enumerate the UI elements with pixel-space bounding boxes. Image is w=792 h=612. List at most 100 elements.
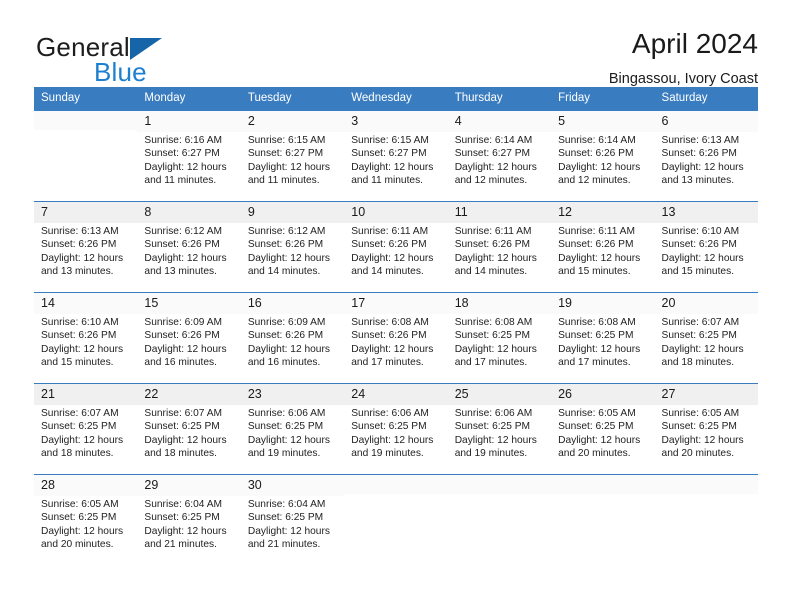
day-cell-content: 16 Sunrise: 6:09 AM Sunset: 6:26 PM Dayligh… bbox=[240, 293, 345, 383]
day-number: 21 bbox=[41, 387, 55, 401]
day-number-band: 22 bbox=[137, 384, 241, 405]
daylight-text-line2: and 15 minutes. bbox=[558, 266, 631, 278]
sunset-text: Sunset: 6:27 PM bbox=[454, 148, 531, 160]
sunset-text: Sunset: 6:25 PM bbox=[144, 421, 220, 433]
calendar-day-cell[interactable]: 27 Sunrise: 6:05 AM Sunset: 6:25 PM Dayligh… bbox=[654, 383, 758, 475]
calendar-day-cell[interactable]: 26 Sunrise: 6:05 AM Sunset: 6:25 PM Dayligh… bbox=[551, 383, 655, 475]
daylight-text-line1: Daylight: 12 hours bbox=[558, 343, 641, 355]
calendar-day-cell[interactable]: 24 Sunrise: 6:06 AM Sunset: 6:25 PM Dayligh… bbox=[344, 383, 448, 475]
sunset-text: Sunset: 6:27 PM bbox=[247, 148, 324, 160]
calendar-day-cell[interactable]: 28 Sunrise: 6:05 AM Sunset: 6:25 PM Dayligh… bbox=[34, 474, 138, 565]
day-details: Sunrise: 6:11 AM Sunset: 6:26 PM Daylight:… bbox=[448, 223, 551, 279]
day-details: Sunrise: 6:11 AM Sunset: 6:26 PM Daylight:… bbox=[344, 223, 447, 279]
calendar-day-cell[interactable]: 6 Sunrise: 6:13 AM Sunset: 6:26 PM Daylight… bbox=[654, 110, 758, 202]
sunrise-text: Sunrise: 6:06 AM bbox=[351, 407, 429, 419]
day-number-band: 29 bbox=[137, 475, 241, 496]
sunrise-text: Sunrise: 6:07 AM bbox=[41, 407, 119, 419]
sunset-text: Sunset: 6:26 PM bbox=[558, 148, 634, 160]
daylight-text-line1: Daylight: 12 hours bbox=[351, 252, 434, 264]
day-cell-content: 23 Sunrise: 6:06 AM Sunset: 6:25 PM Dayligh… bbox=[240, 384, 345, 474]
calendar-day-cell[interactable]: 23 Sunrise: 6:06 AM Sunset: 6:25 PM Dayligh… bbox=[240, 383, 345, 475]
sunrise-text: Sunrise: 6:12 AM bbox=[247, 225, 326, 237]
day-cell-content: 21 Sunrise: 6:07 AM Sunset: 6:25 PM Dayligh… bbox=[34, 384, 138, 474]
day-cell-content bbox=[34, 111, 138, 201]
sunrise-text: Sunrise: 6:07 AM bbox=[144, 407, 223, 419]
calendar-day-cell[interactable]: 19 Sunrise: 6:08 AM Sunset: 6:25 PM Dayligh… bbox=[551, 292, 655, 384]
daylight-text-line1: Daylight: 12 hours bbox=[351, 161, 434, 173]
general-blue-logo[interactable]: General Blue bbox=[34, 26, 204, 85]
sunrise-text: Sunrise: 6:14 AM bbox=[454, 134, 533, 146]
daylight-text-line1: Daylight: 12 hours bbox=[41, 434, 124, 446]
day-number: 11 bbox=[454, 205, 468, 219]
day-number: 2 bbox=[247, 114, 255, 128]
calendar-day-cell[interactable]: 2 Sunrise: 6:15 AM Sunset: 6:27 PM Daylight… bbox=[240, 110, 345, 202]
day-cell-content bbox=[654, 475, 758, 565]
day-details: Sunrise: 6:10 AM Sunset: 6:26 PM Daylight:… bbox=[655, 223, 758, 279]
day-number-band: 20 bbox=[654, 293, 758, 314]
daylight-text-line2: and 20 minutes. bbox=[41, 539, 114, 551]
day-details: Sunrise: 6:15 AM Sunset: 6:27 PM Daylight:… bbox=[344, 132, 447, 188]
sunset-text: Sunset: 6:25 PM bbox=[351, 421, 427, 433]
day-cell-content: 18 Sunrise: 6:08 AM Sunset: 6:25 PM Dayligh… bbox=[447, 293, 552, 383]
calendar-day-cell[interactable]: 17 Sunrise: 6:08 AM Sunset: 6:26 PM Dayligh… bbox=[344, 292, 448, 384]
sunset-text: Sunset: 6:25 PM bbox=[558, 330, 634, 342]
calendar-cell-empty bbox=[447, 474, 552, 565]
daylight-text-line1: Daylight: 12 hours bbox=[144, 343, 227, 355]
sunrise-text: Sunrise: 6:15 AM bbox=[351, 134, 429, 146]
calendar-day-cell[interactable]: 14 Sunrise: 6:10 AM Sunset: 6:26 PM Dayligh… bbox=[34, 292, 138, 384]
day-cell-content: 20 Sunrise: 6:07 AM Sunset: 6:25 PM Dayligh… bbox=[654, 293, 758, 383]
calendar-cell-empty bbox=[654, 474, 758, 565]
day-cell-content: 8 Sunrise: 6:12 AM Sunset: 6:26 PM Daylight… bbox=[137, 202, 241, 292]
day-number: 16 bbox=[247, 296, 262, 310]
calendar-day-cell[interactable]: 10 Sunrise: 6:11 AM Sunset: 6:26 PM Dayligh… bbox=[344, 201, 448, 293]
day-cell-content: 13 Sunrise: 6:10 AM Sunset: 6:26 PM Dayligh… bbox=[654, 202, 758, 292]
calendar-day-cell[interactable]: 8 Sunrise: 6:12 AM Sunset: 6:26 PM Daylight… bbox=[137, 201, 241, 293]
calendar-day-cell[interactable]: 18 Sunrise: 6:08 AM Sunset: 6:25 PM Dayligh… bbox=[447, 292, 552, 384]
day-cell-content: 14 Sunrise: 6:10 AM Sunset: 6:26 PM Dayligh… bbox=[34, 293, 138, 383]
daylight-text-line1: Daylight: 12 hours bbox=[558, 161, 641, 173]
day-cell-content: 17 Sunrise: 6:08 AM Sunset: 6:26 PM Dayligh… bbox=[344, 293, 448, 383]
sunset-text: Sunset: 6:25 PM bbox=[144, 512, 220, 524]
day-cell-content: 25 Sunrise: 6:06 AM Sunset: 6:25 PM Dayligh… bbox=[447, 384, 552, 474]
calendar-day-cell[interactable]: 29 Sunrise: 6:04 AM Sunset: 6:25 PM Dayligh… bbox=[137, 474, 241, 565]
sunset-text: Sunset: 6:27 PM bbox=[351, 148, 427, 160]
title-block: April 2024 Bingassou, Ivory Coast bbox=[609, 26, 758, 87]
sunset-text: Sunset: 6:26 PM bbox=[41, 239, 117, 251]
day-number: 9 bbox=[247, 205, 255, 219]
weekday-header-tuesday: Tuesday bbox=[240, 87, 345, 111]
calendar-day-cell[interactable]: 9 Sunrise: 6:12 AM Sunset: 6:26 PM Daylight… bbox=[240, 201, 345, 293]
calendar-day-cell[interactable]: 1 Sunrise: 6:16 AM Sunset: 6:27 PM Daylight… bbox=[137, 110, 241, 202]
day-number-band: 17 bbox=[344, 293, 448, 314]
day-number: 25 bbox=[454, 387, 469, 401]
calendar-day-cell[interactable]: 3 Sunrise: 6:15 AM Sunset: 6:27 PM Daylight… bbox=[344, 110, 448, 202]
calendar-day-cell[interactable]: 13 Sunrise: 6:10 AM Sunset: 6:26 PM Dayligh… bbox=[654, 201, 758, 293]
calendar-day-cell[interactable]: 16 Sunrise: 6:09 AM Sunset: 6:26 PM Dayligh… bbox=[240, 292, 345, 384]
day-number-band: 8 bbox=[137, 202, 241, 223]
daylight-text-line1: Daylight: 12 hours bbox=[247, 161, 330, 173]
calendar-day-cell[interactable]: 11 Sunrise: 6:11 AM Sunset: 6:26 PM Dayligh… bbox=[447, 201, 552, 293]
daylight-text-line1: Daylight: 12 hours bbox=[661, 252, 744, 264]
calendar-cell-empty bbox=[344, 474, 448, 565]
calendar-day-cell[interactable]: 30 Sunrise: 6:04 AM Sunset: 6:25 PM Dayligh… bbox=[240, 474, 345, 565]
day-cell-content: 4 Sunrise: 6:14 AM Sunset: 6:27 PM Daylight… bbox=[447, 111, 552, 201]
calendar-day-cell[interactable]: 22 Sunrise: 6:07 AM Sunset: 6:25 PM Dayligh… bbox=[137, 383, 241, 475]
calendar-header-row: Sunday Monday Tuesday Wednesday Thursday… bbox=[34, 87, 758, 111]
calendar-day-cell[interactable]: 15 Sunrise: 6:09 AM Sunset: 6:26 PM Dayligh… bbox=[137, 292, 241, 384]
day-number: 5 bbox=[558, 114, 566, 128]
sunrise-text: Sunrise: 6:10 AM bbox=[661, 225, 740, 237]
day-details: Sunrise: 6:16 AM Sunset: 6:27 PM Daylight:… bbox=[137, 132, 240, 188]
calendar-day-cell[interactable]: 20 Sunrise: 6:07 AM Sunset: 6:25 PM Dayligh… bbox=[654, 292, 758, 384]
calendar-day-cell[interactable]: 21 Sunrise: 6:07 AM Sunset: 6:25 PM Dayligh… bbox=[34, 383, 138, 475]
day-details: Sunrise: 6:11 AM Sunset: 6:26 PM Daylight:… bbox=[551, 223, 654, 279]
calendar-day-cell[interactable]: 12 Sunrise: 6:11 AM Sunset: 6:26 PM Dayligh… bbox=[551, 201, 655, 293]
day-number: 19 bbox=[558, 296, 573, 310]
calendar-day-cell[interactable]: 4 Sunrise: 6:14 AM Sunset: 6:27 PM Daylight… bbox=[447, 110, 552, 202]
calendar-day-cell[interactable]: 25 Sunrise: 6:06 AM Sunset: 6:25 PM Dayligh… bbox=[447, 383, 552, 475]
day-cell-content: 3 Sunrise: 6:15 AM Sunset: 6:27 PM Daylight… bbox=[344, 111, 448, 201]
day-number: 3 bbox=[351, 114, 359, 128]
daylight-text-line2: and 18 minutes. bbox=[41, 448, 114, 460]
sunset-text: Sunset: 6:26 PM bbox=[661, 239, 737, 251]
calendar-day-cell[interactable]: 5 Sunrise: 6:14 AM Sunset: 6:26 PM Daylight… bbox=[551, 110, 655, 202]
sunrise-text: Sunrise: 6:05 AM bbox=[661, 407, 740, 419]
calendar-day-cell[interactable]: 7 Sunrise: 6:13 AM Sunset: 6:26 PM Daylight… bbox=[34, 201, 138, 293]
